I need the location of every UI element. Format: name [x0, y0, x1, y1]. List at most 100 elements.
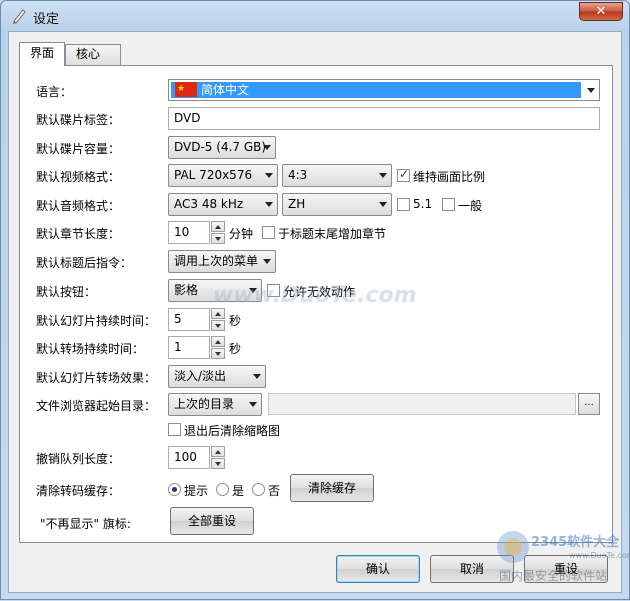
chevron-down-icon [253, 374, 261, 379]
brand-watermark: 2345软件大全 www.DuoTe.com 国内最安全的软件站 [491, 521, 630, 601]
clear-thumbs-checkbox[interactable] [168, 423, 181, 436]
brand-name: 2345软件大全 [531, 535, 620, 550]
clear-cache-button[interactable]: 清除缓存 [290, 474, 374, 502]
clear-cache-label: 清除转码缓存： [36, 484, 121, 498]
video-format-select[interactable]: PAL 720x576 [168, 164, 278, 187]
chapter-length-input[interactable]: 10 [168, 221, 210, 244]
reset-all-button[interactable]: 全部重设 [170, 507, 254, 535]
post-title-cmd-select[interactable]: 调用上次的菜单 [168, 250, 276, 273]
disc-capacity-label: 默认碟片容量： [36, 142, 121, 156]
video-format-label: 默认视频格式： [36, 170, 121, 184]
browser-start-path-input [268, 393, 576, 415]
chevron-down-icon [379, 202, 387, 207]
pen-icon [13, 9, 26, 24]
keep-ratio-label: 维持画面比例 [413, 170, 486, 184]
brand-url: www.DuoTe.com [569, 551, 630, 560]
general-checkbox[interactable] [442, 198, 455, 211]
default-button-value: 影格 [174, 283, 199, 297]
cache-prompt-radio[interactable] [168, 483, 181, 496]
transition-duration-unit: 秒 [229, 342, 242, 356]
chevron-down-icon [265, 173, 273, 178]
chevron-down-icon [265, 202, 273, 207]
slide-duration-label: 默认幻灯片持续时间： [36, 314, 157, 328]
language-selected: 简体中文 [171, 81, 581, 98]
undo-length-spinner[interactable] [211, 446, 225, 469]
disc-capacity-select[interactable]: DVD-5 (4.7 GB) [168, 136, 276, 159]
dialog-body: 界面 核心 语言： 简体中文 默认碟片标签： DVD 默认碟片容量： DVD-5… [8, 31, 622, 593]
transition-duration-input[interactable]: 1 [168, 336, 210, 359]
chevron-down-icon [587, 88, 595, 93]
china-flag-icon [175, 81, 197, 97]
slide-effect-select[interactable]: 淡入/淡出 [168, 365, 266, 388]
transition-duration-label: 默认转场持续时间： [36, 342, 145, 356]
audio-format-select[interactable]: AC3 48 kHz [168, 193, 278, 216]
slide-effect-value: 淡入/淡出 [174, 369, 227, 383]
disc-label-input[interactable]: DVD [168, 107, 600, 130]
brand-logo-icon [497, 531, 529, 563]
cache-no-label: 否 [268, 484, 281, 498]
spin-down-icon[interactable] [211, 233, 225, 244]
general-label: 一般 [458, 199, 483, 213]
disc-capacity-value: DVD-5 (4.7 GB) [174, 140, 267, 154]
window-title: 设定 [33, 12, 60, 27]
clear-thumbs-label: 退出后清除缩略图 [184, 424, 281, 438]
tab-interface[interactable]: 界面 [19, 42, 65, 66]
chapter-length-label: 默认章节长度： [36, 227, 121, 241]
slide-effect-label: 默认幻灯片转场效果： [36, 371, 157, 385]
language-value: 简体中文 [201, 83, 250, 97]
post-title-cmd-label: 默认标题后指令： [36, 256, 133, 270]
chevron-down-icon [379, 173, 387, 178]
chapter-length-unit: 分钟 [229, 227, 254, 241]
spin-up-icon[interactable] [211, 221, 225, 232]
add-chapter-label: 于标题末尾增加章节 [278, 227, 387, 241]
language-select[interactable]: 简体中文 [168, 79, 600, 101]
spin-down-icon[interactable] [211, 458, 225, 469]
spin-down-icon[interactable] [211, 320, 225, 331]
chevron-down-icon [249, 402, 257, 407]
slide-duration-unit: 秒 [229, 314, 242, 328]
aspect-ratio-value: 4:3 [288, 168, 308, 182]
duote-watermark: www.DuoTe.com [213, 283, 417, 308]
disc-label-label: 默认碟片标签： [36, 113, 121, 127]
transition-duration-spinner[interactable] [211, 336, 225, 359]
spin-down-icon[interactable] [211, 348, 225, 359]
chevron-down-icon [263, 259, 271, 264]
browser-start-value: 上次的目录 [174, 397, 235, 411]
language-label: 语言： [36, 85, 73, 99]
post-title-cmd-value: 调用上次的菜单 [174, 254, 259, 268]
keep-ratio-checkbox[interactable] [397, 167, 410, 182]
slide-duration-spinner[interactable] [211, 308, 225, 331]
browse-button[interactable]: ... [578, 393, 600, 415]
cache-yes-radio[interactable] [216, 483, 229, 496]
browser-start-select[interactable]: 上次的目录 [168, 393, 262, 416]
aspect-ratio-select[interactable]: 4:3 [282, 164, 392, 187]
audio-language-select[interactable]: ZH [282, 193, 392, 216]
spin-up-icon[interactable] [211, 446, 225, 457]
ok-button[interactable]: 确认 [336, 555, 420, 583]
cache-no-radio[interactable] [252, 483, 265, 496]
audio-language-value: ZH [288, 197, 306, 211]
audio-format-label: 默认音频格式： [36, 199, 121, 213]
undo-length-input[interactable]: 100 [168, 446, 210, 469]
undo-length-label: 撤销队列长度： [36, 452, 121, 466]
tab-core[interactable]: 核心 [65, 44, 121, 65]
slide-duration-input[interactable]: 5 [168, 308, 210, 331]
settings-dialog: 设定 ✕ 界面 核心 语言： 简体中文 默认碟片标签： DVD 默认碟片容量： [0, 0, 630, 600]
spin-up-icon[interactable] [211, 308, 225, 319]
add-chapter-checkbox[interactable] [262, 226, 275, 239]
title-bar: 设定 ✕ [1, 1, 629, 31]
surround-51-checkbox[interactable] [397, 198, 410, 211]
dont-show-label: "不再显示" 旗标: [40, 517, 131, 531]
surround-51-label: 5.1 [413, 197, 433, 211]
default-button-label: 默认按钮： [36, 285, 97, 299]
close-button[interactable]: ✕ [579, 2, 623, 21]
cache-yes-label: 是 [232, 484, 245, 498]
video-format-value: PAL 720x576 [174, 168, 253, 182]
cache-prompt-label: 提示 [184, 484, 209, 498]
browser-start-label: 文件浏览器起始目录： [36, 399, 157, 413]
chapter-length-spinner[interactable] [211, 221, 225, 244]
audio-format-value: AC3 48 kHz [174, 197, 244, 211]
brand-slogan: 国内最安全的软件站 [499, 569, 608, 583]
spin-up-icon[interactable] [211, 336, 225, 347]
chevron-down-icon [263, 145, 271, 150]
